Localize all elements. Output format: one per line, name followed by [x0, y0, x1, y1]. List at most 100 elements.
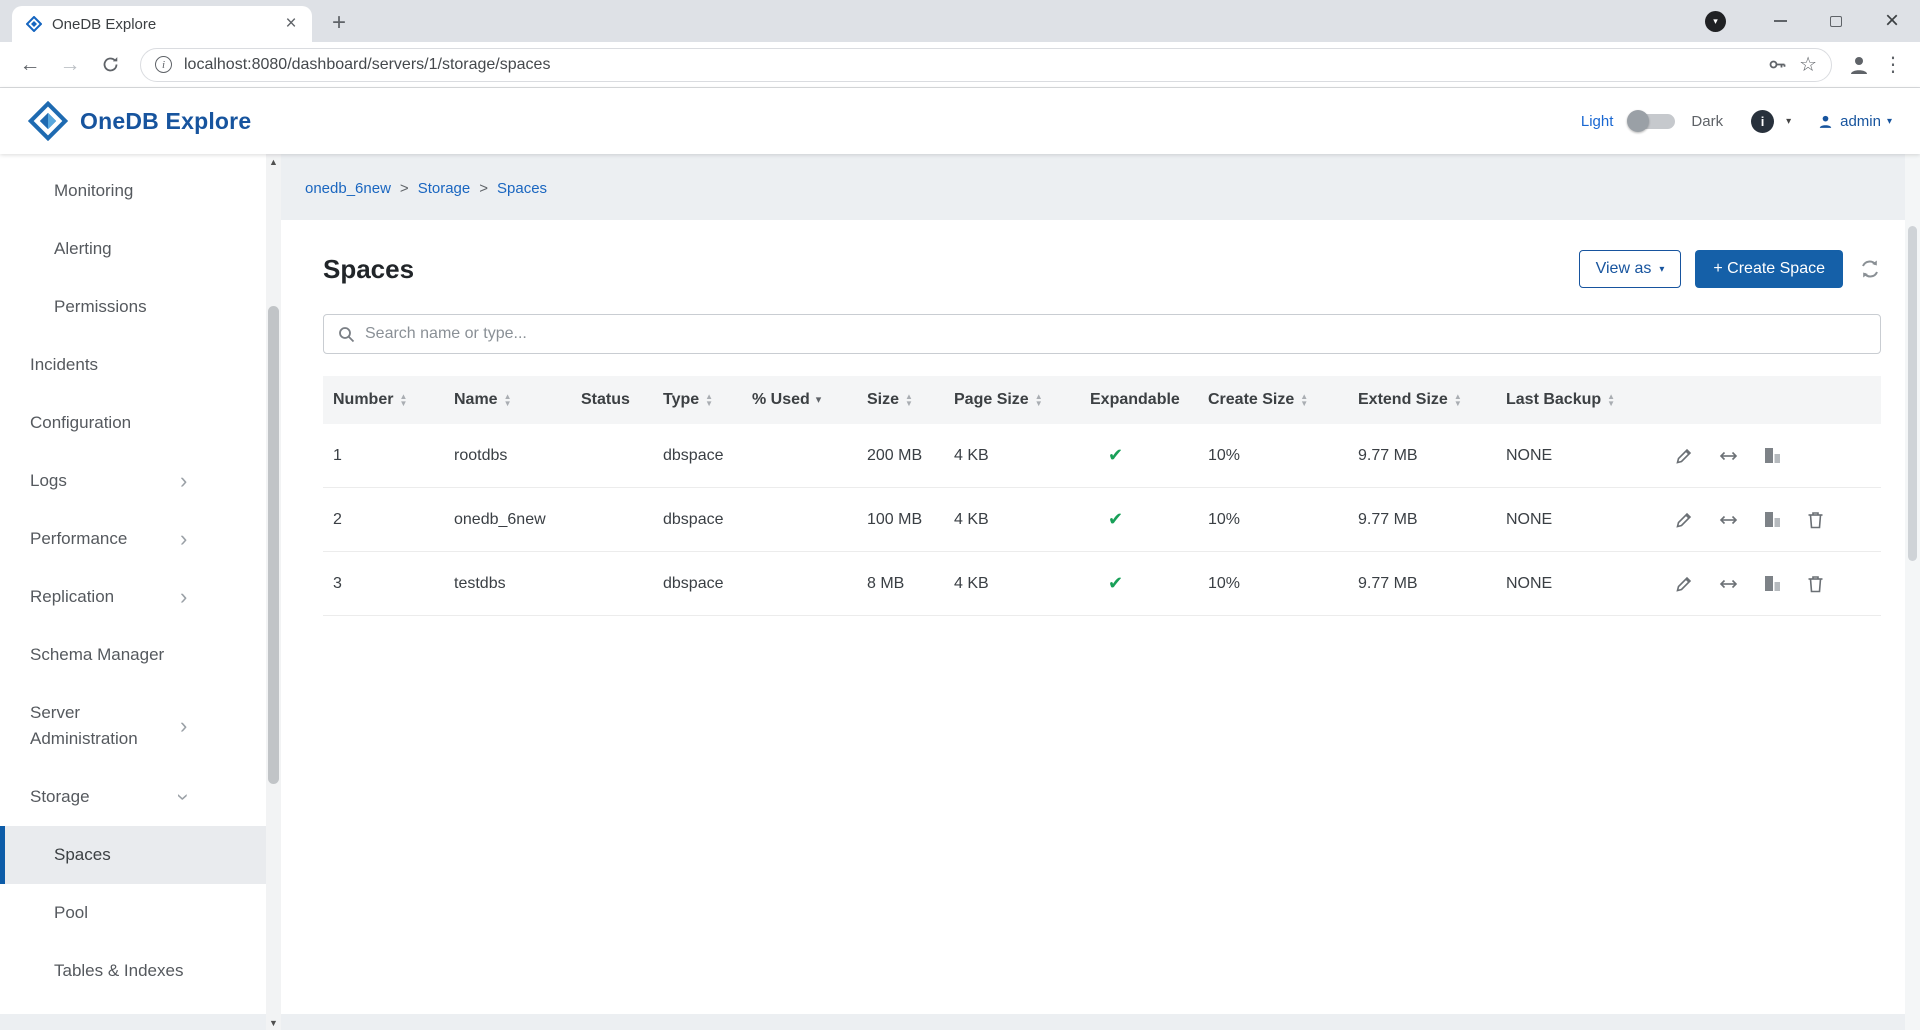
sort-desc-icon[interactable]: ▾ — [816, 395, 822, 406]
edit-icon[interactable] — [1675, 447, 1693, 465]
back-button[interactable]: ← — [12, 47, 48, 83]
table-row[interactable]: 1 rootdbs dbspace 200 MB 4 KB ✔ 10% 9.77… — [323, 424, 1881, 488]
spaces-panel: Spaces View as▾ + Create Space Number ▲▼… — [281, 220, 1905, 1014]
sidebar-item-incidents[interactable]: Incidents — [0, 336, 266, 394]
sort-arrows-icon[interactable]: ▲▼ — [1607, 393, 1615, 407]
sidebar-item-permissions[interactable]: Permissions — [0, 278, 266, 336]
column-header-number[interactable]: Number ▲▼ — [333, 391, 454, 409]
sidebar-item-tables-indexes[interactable]: Tables & Indexes — [0, 942, 266, 1000]
edit-icon[interactable] — [1675, 511, 1693, 529]
maximize-button[interactable] — [1808, 0, 1864, 42]
key-icon[interactable] — [1768, 55, 1787, 74]
breadcrumb-separator: > — [479, 180, 488, 197]
sidebar-scrollbar[interactable]: ▲ ▼ — [266, 154, 281, 1030]
storage-report-icon[interactable] — [1764, 447, 1781, 464]
sidebar-item-monitoring[interactable]: Monitoring — [0, 162, 266, 220]
sidebar-item-spaces[interactable]: Spaces — [0, 826, 266, 884]
browser-profile-avatar[interactable] — [1844, 50, 1874, 80]
breadcrumb-item-spaces[interactable]: Spaces — [497, 180, 547, 197]
sort-arrows-icon[interactable]: ▲▼ — [1454, 393, 1462, 407]
sort-arrows-icon[interactable]: ▲▼ — [399, 393, 407, 407]
breadcrumb-item-onedb-6new[interactable]: onedb_6new — [305, 180, 391, 197]
minimize-button[interactable] — [1752, 0, 1808, 42]
address-bar[interactable]: i localhost:8080/dashboard/servers/1/sto… — [140, 48, 1832, 82]
sidebar-item-configuration[interactable]: Configuration — [0, 394, 266, 452]
cell-type: dbspace — [663, 511, 752, 529]
column-header-create-size[interactable]: Create Size ▲▼ — [1208, 391, 1358, 409]
sort-arrows-icon[interactable]: ▲▼ — [1035, 393, 1043, 407]
table-row[interactable]: 2 onedb_6new dbspace 100 MB 4 KB ✔ 10% 9… — [323, 488, 1881, 552]
info-icon[interactable]: i — [1751, 110, 1774, 133]
theme-light-label[interactable]: Light — [1581, 113, 1614, 130]
browser-toolbar: ← → i localhost:8080/dashboard/servers/1… — [0, 42, 1920, 88]
url-text[interactable]: localhost:8080/dashboard/servers/1/stora… — [184, 56, 1756, 74]
sidebar-item-alerting[interactable]: Alerting — [0, 220, 266, 278]
cell-last-backup: NONE — [1506, 575, 1675, 593]
media-control-icon[interactable]: ▾ — [1705, 11, 1726, 32]
theme-dark-label[interactable]: Dark — [1691, 113, 1723, 130]
cell-page-size: 4 KB — [954, 511, 1090, 529]
brand-logo-icon — [28, 101, 68, 141]
sidebar-item-logs[interactable]: Logs › — [0, 452, 266, 510]
bookmark-star-icon[interactable]: ☆ — [1799, 52, 1817, 77]
scroll-up-button[interactable]: ▲ — [266, 154, 281, 169]
edit-icon[interactable] — [1675, 575, 1693, 593]
expand-space-icon[interactable] — [1719, 577, 1738, 591]
sort-arrows-icon[interactable]: ▲▼ — [1300, 393, 1308, 407]
sidebar-item-label: Configuration — [30, 410, 180, 436]
delete-icon[interactable] — [1807, 575, 1824, 593]
view-as-caret-icon: ▾ — [1659, 264, 1664, 275]
sidebar-item-backup[interactable]: Backup — [0, 1000, 266, 1014]
browser-menu-icon[interactable]: ⋮ — [1878, 52, 1908, 77]
sidebar-scrollbar-thumb[interactable] — [268, 306, 279, 784]
info-caret-icon[interactable]: ▾ — [1786, 116, 1791, 127]
column-header-name[interactable]: Name ▲▼ — [454, 391, 581, 409]
sidebar-item-replication[interactable]: Replication › — [0, 568, 266, 626]
storage-report-icon[interactable] — [1764, 511, 1781, 528]
create-space-button[interactable]: + Create Space — [1695, 250, 1843, 288]
forward-button[interactable]: → — [52, 47, 88, 83]
user-menu[interactable]: admin ▾ — [1817, 113, 1892, 130]
sort-arrows-icon[interactable]: ▲▼ — [504, 393, 512, 407]
close-window-button[interactable]: × — [1864, 0, 1920, 42]
page-scrollbar[interactable] — [1905, 154, 1920, 1030]
browser-tab[interactable]: OneDB Explore × — [12, 6, 312, 42]
cell-extend-size: 9.77 MB — [1358, 511, 1506, 529]
new-tab-button[interactable]: + — [322, 6, 356, 40]
column-header-used[interactable]: % Used ▾ — [752, 391, 867, 409]
sort-arrows-icon[interactable]: ▲▼ — [905, 393, 913, 407]
sidebar-item-storage[interactable]: Storage › — [0, 768, 266, 826]
breadcrumb-separator: > — [400, 180, 409, 197]
cell-last-backup: NONE — [1506, 511, 1675, 529]
expand-space-icon[interactable] — [1719, 513, 1738, 527]
site-info-icon[interactable]: i — [155, 56, 172, 73]
sidebar-item-performance[interactable]: Performance › — [0, 510, 266, 568]
sidebar-item-label: Storage — [30, 784, 180, 810]
search-input[interactable] — [365, 325, 1866, 343]
column-header-label: Number — [333, 391, 393, 409]
sort-arrows-icon[interactable]: ▲▼ — [705, 393, 713, 407]
page-scrollbar-thumb[interactable] — [1908, 226, 1917, 561]
column-header-size[interactable]: Size ▲▼ — [867, 391, 954, 409]
cell-create-size: 10% — [1208, 575, 1358, 593]
reload-data-icon[interactable] — [1859, 258, 1881, 280]
storage-report-icon[interactable] — [1764, 575, 1781, 592]
column-header-extend-size[interactable]: Extend Size ▲▼ — [1358, 391, 1506, 409]
column-header-last-backup[interactable]: Last Backup ▲▼ — [1506, 391, 1675, 409]
sidebar-item-server-administration[interactable]: Server Administration › — [0, 684, 266, 768]
tab-close-icon[interactable]: × — [280, 13, 302, 35]
table-row[interactable]: 3 testdbs dbspace 8 MB 4 KB ✔ 10% 9.77 M… — [323, 552, 1881, 616]
column-header-page-size[interactable]: Page Size ▲▼ — [954, 391, 1090, 409]
sidebar-item-pool[interactable]: Pool — [0, 884, 266, 942]
user-icon — [1817, 113, 1834, 130]
delete-icon[interactable] — [1807, 511, 1824, 529]
expand-space-icon[interactable] — [1719, 449, 1738, 463]
sidebar-item-schema-manager[interactable]: Schema Manager — [0, 626, 266, 684]
scroll-down-button[interactable]: ▼ — [266, 1015, 281, 1030]
column-header-type[interactable]: Type ▲▼ — [663, 391, 752, 409]
refresh-button[interactable] — [92, 47, 128, 83]
theme-toggle[interactable] — [1629, 114, 1675, 129]
view-as-button[interactable]: View as▾ — [1579, 250, 1682, 288]
cell-status — [581, 511, 663, 529]
breadcrumb-item-storage[interactable]: Storage — [418, 180, 471, 197]
